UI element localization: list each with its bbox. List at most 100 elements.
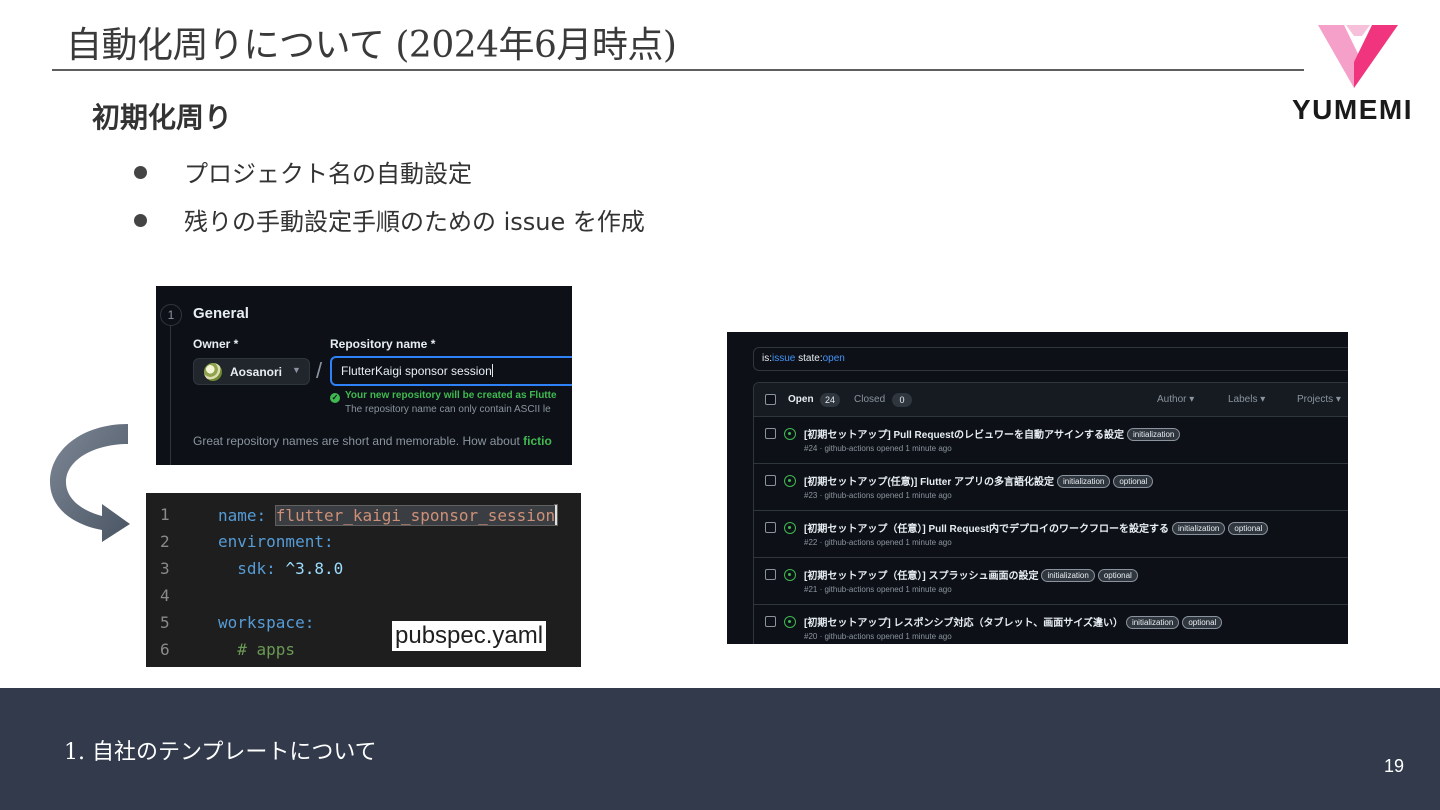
filter-value: open [822,353,845,364]
issue-opened-icon [784,616,796,628]
valid-name-message: Your new repository will be created as F… [345,390,557,401]
code-line: 3 sdk: ^3.8.0 [160,559,344,578]
owner-select[interactable]: Aosanori ▼ [193,358,310,385]
pubspec-file-label: pubspec.yaml [392,621,547,651]
issue-title[interactable]: [初期セットアップ(任意)] Flutter アプリの多言語化設定 initial… [804,473,1154,488]
bullet-text: 残りの手動設定手順のための issue を作成 [184,208,645,236]
issue-row[interactable]: [初期セットアップ（任意）] Pull Request内でデプロイのワークフロー… [754,511,1348,558]
line-number: 3 [160,559,170,578]
yaml-key: name [218,506,257,525]
chevron-down-icon: ▼ [292,365,301,375]
line-number: 5 [160,613,170,632]
open-tab[interactable]: Open [788,394,814,405]
issue-title[interactable]: [初期セットアップ] Pull Requestのレビュワーを自動アサインする設定… [804,426,1181,441]
open-count-badge: 24 [820,393,841,407]
bullet-dot-icon [134,166,147,179]
issue-row[interactable]: [初期セットアップ（任意）] スプラッシュ画面の設定 initialization… [754,558,1348,605]
issue-title[interactable]: [初期セットアップ（任意）] スプラッシュ画面の設定 initialization… [804,567,1138,582]
yumemi-logo-mark-icon [1318,25,1398,88]
bullet-list: プロジェクト名の自動設定 残りの手動設定手順のための issue を作成 [130,154,645,250]
bullet-dot-icon [134,214,147,227]
bullet-text: プロジェクト名の自動設定 [184,160,472,188]
issue-checkbox[interactable] [765,428,776,439]
yaml-key: environment [218,532,324,551]
line-number: 1 [160,505,170,524]
repository-name-label: Repository name * [330,337,436,351]
yaml-key: workspace [218,613,305,632]
bullet-item: プロジェクト名の自動設定 [130,154,645,202]
labels-filter[interactable]: Labels ▾ [1228,394,1265,405]
owner-name: Aosanori [230,365,283,379]
label-badge[interactable]: initialization [1125,616,1180,629]
bullet-item: 残りの手動設定手順のための issue を作成 [130,202,645,250]
issue-row[interactable]: [初期セットアップ] Pull Requestのレビュワーを自動アサインする設定… [754,417,1348,464]
issue-opened-icon [784,522,796,534]
label-badge[interactable]: initialization [1057,475,1111,488]
filter-value: issue [772,353,796,364]
issues-search-input[interactable]: is:issue state:open [753,347,1348,371]
repository-name-input[interactable]: FlutterKaigi sponsor session [330,356,572,386]
section-heading: 初期化周り [92,101,233,134]
issue-checkbox[interactable] [765,616,776,627]
code-line: 2 environment: [160,532,334,551]
code-line: 1 name: flutter_kaigi_sponsor_session [160,505,559,526]
issue-checkbox[interactable] [765,522,776,533]
closed-tab[interactable]: Closed [854,394,885,405]
owner-label: Owner * [193,337,239,351]
issue-meta: #22 · github-actions opened 1 minute ago [804,538,952,547]
label-badge[interactable]: optional [1182,616,1223,629]
issue-opened-icon [784,475,796,487]
yaml-comment: # apps [237,640,296,659]
new-repository-screenshot: 1 General Owner * Repository name * Aosa… [156,286,572,465]
slide-title: 自動化周りについて (2024年6月時点) [66,25,677,66]
issues-list: Open 24 Closed 0 Author ▾ Labels ▾ Proje… [753,382,1348,644]
ascii-rule-message: The repository name can only contain ASC… [345,404,551,415]
select-all-checkbox[interactable] [765,394,776,405]
filter-qualifier: is: [762,353,772,364]
text-cursor [491,364,493,377]
issue-checkbox[interactable] [765,569,776,580]
label-badge[interactable]: initialization [1041,569,1095,582]
label-badge[interactable]: initialization [1127,428,1181,441]
issue-opened-icon [784,428,796,440]
issue-meta: #21 · github-actions opened 1 minute ago [804,585,952,594]
issue-title[interactable]: [初期セットアップ（任意）] Pull Request内でデプロイのワークフロー… [804,520,1269,535]
line-number: 4 [160,586,170,605]
label-badge[interactable]: optional [1097,569,1138,582]
issue-row[interactable]: [初期セットアップ(任意)] Flutter アプリの多言語化設定 initial… [754,464,1348,511]
owner-repo-separator: / [316,358,323,383]
closed-count-badge: 0 [892,393,912,407]
check-circle-icon: ✓ [330,393,340,403]
issue-meta: #23 · github-actions opened 1 minute ago [804,491,952,500]
code-line: 4 [146,586,581,613]
logo-wordmark: YUMEMI [1292,94,1413,125]
projects-filter[interactable]: Projects ▾ [1297,394,1341,405]
author-filter[interactable]: Author ▾ [1157,394,1194,405]
page-number: 19 [1384,756,1405,776]
yaml-value: ^3.8.0 [285,559,344,578]
issue-title[interactable]: [初期セットアップ] レスポンシブ対応（タブレット、画面サイズ違い） initia… [804,614,1223,629]
line-number: 6 [160,640,170,659]
issue-opened-icon [784,569,796,581]
issues-list-header: Open 24 Closed 0 Author ▾ Labels ▾ Proje… [754,383,1348,417]
step-number: 1 [160,304,182,326]
slide-footer: 1. 自社のテンプレートについて 19 [0,688,1440,810]
curved-arrow-icon [50,424,130,542]
line-number: 2 [160,532,170,551]
issue-checkbox[interactable] [765,475,776,486]
label-badge[interactable]: optional [1228,522,1269,535]
footer-section-title: 1. 自社のテンプレートについて [64,740,377,765]
filter-qualifier: state: [795,353,823,364]
name-suggestion-link[interactable]: fictio [523,434,552,448]
yaml-key: sdk [237,559,267,578]
issue-meta: #20 · github-actions opened 1 minute ago [804,632,952,641]
general-section-title: General [193,305,249,322]
label-badge[interactable]: optional [1113,475,1154,488]
label-badge[interactable]: initialization [1172,522,1226,535]
issue-meta: #24 · github-actions opened 1 minute ago [804,444,952,453]
text-cursor [555,505,558,525]
title-divider [52,69,1304,71]
issue-row[interactable]: [初期セットアップ] レスポンシブ対応（タブレット、画面サイズ違い） initia… [754,605,1348,644]
repository-name-value: FlutterKaigi sponsor session [341,364,492,378]
yaml-value: flutter_kaigi_sponsor_session [275,506,556,525]
